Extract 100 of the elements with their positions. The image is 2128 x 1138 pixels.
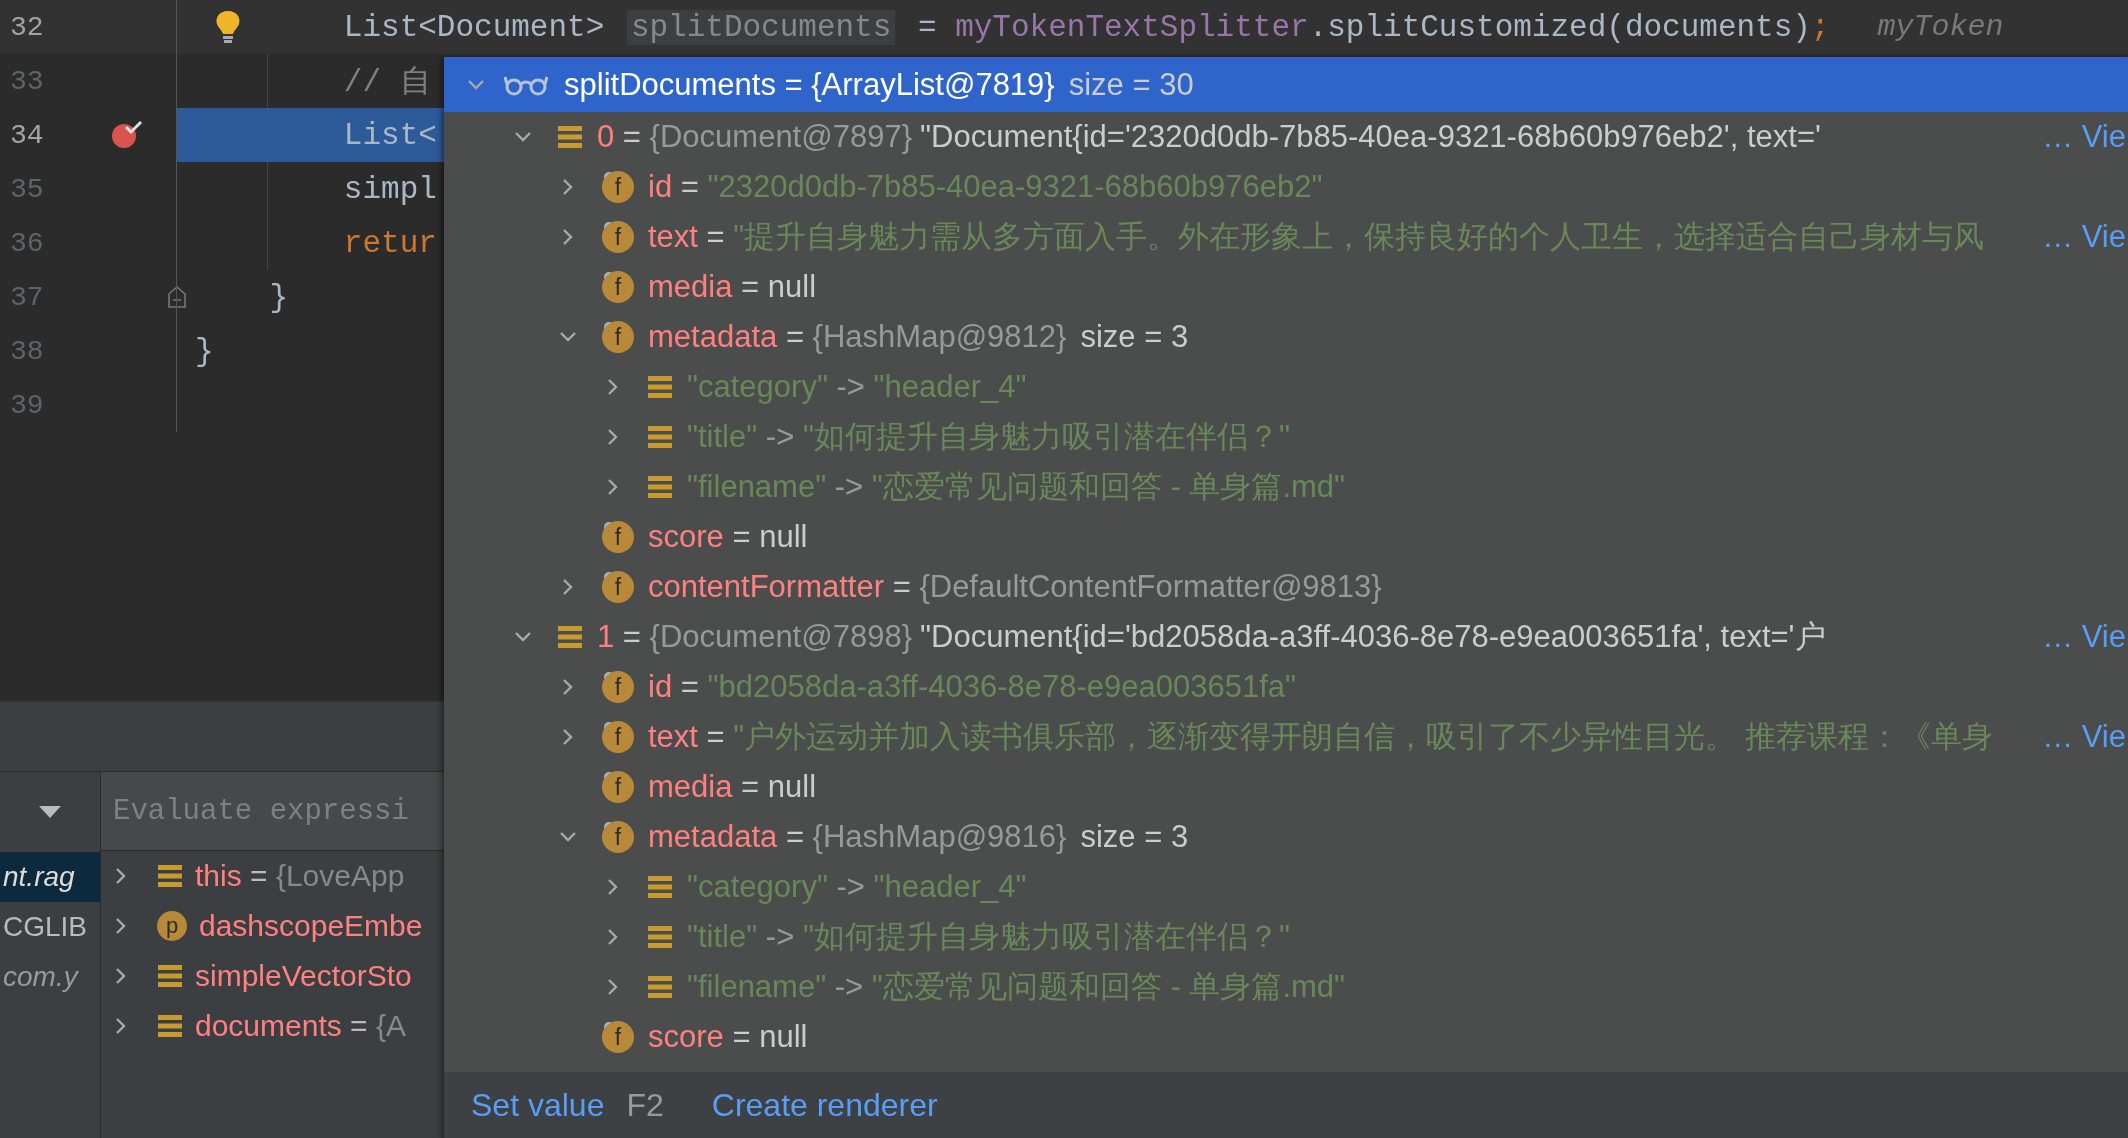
equals-sign: =	[705, 719, 726, 755]
line-number: 33	[10, 65, 45, 97]
shortcut-hint: F2	[626, 1086, 664, 1124]
action-link[interactable]: Create renderer	[711, 1086, 938, 1124]
view-link[interactable]: … Vie	[2042, 719, 2128, 755]
list-icon	[557, 625, 583, 649]
list-icon	[157, 864, 183, 888]
list-icon	[647, 975, 673, 999]
field-name: 0	[597, 119, 615, 155]
line-number: 38	[10, 335, 45, 367]
string-value: "如何提升自身魅力吸引潜在伴侣？"	[802, 418, 1290, 456]
equals-sign: =	[784, 319, 805, 355]
field-name: media	[648, 269, 733, 305]
field-badge-icon: f	[602, 821, 634, 853]
string-value: "如何提升自身魅力吸引潜在伴侣？"	[802, 918, 1290, 956]
list-icon	[647, 925, 673, 949]
arrow-sign: ->	[764, 419, 796, 455]
view-link[interactable]: … Vie	[2042, 119, 2128, 155]
field-badge-icon: f	[602, 1021, 634, 1053]
variable-value: {LoveApp	[275, 859, 405, 893]
equals-sign: =	[731, 1019, 752, 1055]
field-badge-icon: f	[602, 171, 634, 203]
field-badge-icon: f	[602, 221, 634, 253]
fold-icon[interactable]	[167, 285, 187, 309]
field-name: metadata	[648, 819, 778, 855]
equals-sign: =	[621, 619, 642, 655]
map-key: "title"	[687, 419, 758, 455]
stack-frame[interactable]: com.y	[0, 952, 100, 1002]
field-value: null	[759, 1019, 808, 1055]
evaluate-expression-field[interactable]: Evaluate expressi	[101, 772, 444, 850]
object-reference: {Document@7897}	[649, 119, 913, 155]
code-text: }	[269, 279, 289, 315]
field-badge-icon: f	[602, 521, 634, 553]
arrow-sign: ->	[833, 469, 865, 505]
stack-frame[interactable]: nt.rag	[0, 852, 100, 902]
line-number: 34	[10, 119, 45, 151]
view-link[interactable]: … Vie	[2042, 219, 2128, 255]
map-key: "category"	[687, 869, 828, 905]
breakpoint-check-icon[interactable]	[110, 120, 144, 150]
object-reference: {HashMap@9816}	[812, 819, 1067, 855]
equals-sign: =	[705, 219, 726, 255]
equals-sign: =	[740, 769, 761, 805]
field-badge-icon: f	[602, 321, 634, 353]
code-text: .splitCustomized(documents)	[1308, 9, 1811, 45]
equals-sign: =	[731, 519, 752, 555]
field-badge-icon: f	[602, 721, 634, 753]
field-name: metadata	[648, 319, 778, 355]
string-value: "bd2058da-a3ff-4036-8e78-e9ea003651fa"	[707, 669, 1297, 705]
field-value: null	[759, 519, 808, 555]
list-icon	[647, 875, 673, 899]
string-value: "提升自身魅力需从多方面入手。外在形象上，保持良好的个人卫生，选择适合自己身材与风	[733, 218, 1985, 256]
field-value: "Document{id='bd2058da-a3ff-4036-8e78-e9ea003651fa', text='户	[920, 618, 1826, 656]
arrow-sign: ->	[764, 919, 796, 955]
action-link[interactable]: Set value	[471, 1086, 605, 1124]
equals-sign: =	[784, 819, 805, 855]
map-key: "filename"	[687, 969, 827, 1005]
field-badge-icon: f	[602, 671, 634, 703]
code-text: List<	[343, 117, 437, 153]
field-badge-icon: f	[602, 271, 634, 303]
variable-name: this	[195, 859, 242, 893]
code-text: simpl	[343, 171, 437, 207]
equals-sign: =	[740, 269, 761, 305]
line-number: 36	[10, 227, 45, 259]
list-icon	[647, 425, 673, 449]
field-name: text	[648, 219, 698, 255]
string-value: "2320d0db-7b85-40ea-9321-68b60b976eb2"	[707, 169, 1323, 205]
field-value: null	[767, 269, 817, 305]
equals-sign: =	[679, 669, 700, 705]
collection-size: size = 3	[1080, 319, 1189, 355]
field-name: score	[648, 519, 724, 555]
variable-value: {A	[375, 1009, 406, 1043]
code-text: ;	[1810, 9, 1830, 45]
field-badge-icon: f	[602, 571, 634, 603]
variable-name: dashscopeEmbe	[199, 909, 423, 943]
variable-name: documents	[195, 1009, 342, 1043]
list-icon	[157, 1014, 183, 1038]
selected-tree-row[interactable]: splitDocuments = {ArrayList@7819} size = 30	[444, 57, 2128, 112]
list-icon	[647, 475, 673, 499]
map-key: "title"	[687, 919, 758, 955]
variable-name: splitDocuments	[564, 66, 776, 103]
field-name: media	[648, 769, 733, 805]
object-reference: {DefaultContentFormatter@9813}	[919, 569, 1382, 605]
view-link[interactable]: … Vie	[2042, 619, 2128, 655]
map-key: "category"	[687, 369, 828, 405]
variable-name: simpleVectorSto	[195, 959, 412, 993]
code-text: // 自	[343, 64, 431, 102]
equals-sign: =	[349, 1009, 369, 1043]
object-reference: {HashMap@9812}	[812, 319, 1067, 355]
stack-frame[interactable]: CGLIB	[0, 902, 100, 952]
field-name: score	[648, 1019, 724, 1055]
dropdown-arrow-icon[interactable]	[39, 806, 61, 818]
object-reference: {Document@7898}	[649, 619, 913, 655]
string-value: "header_4"	[873, 869, 1027, 905]
field-name: text	[648, 719, 698, 755]
line-number: 35	[10, 173, 45, 205]
code-text: =	[917, 9, 938, 45]
field-badge-icon: p	[157, 911, 187, 941]
list-icon	[157, 964, 183, 988]
line-number: 39	[10, 389, 45, 421]
code-text: myTokenTextSplitter	[955, 9, 1309, 45]
